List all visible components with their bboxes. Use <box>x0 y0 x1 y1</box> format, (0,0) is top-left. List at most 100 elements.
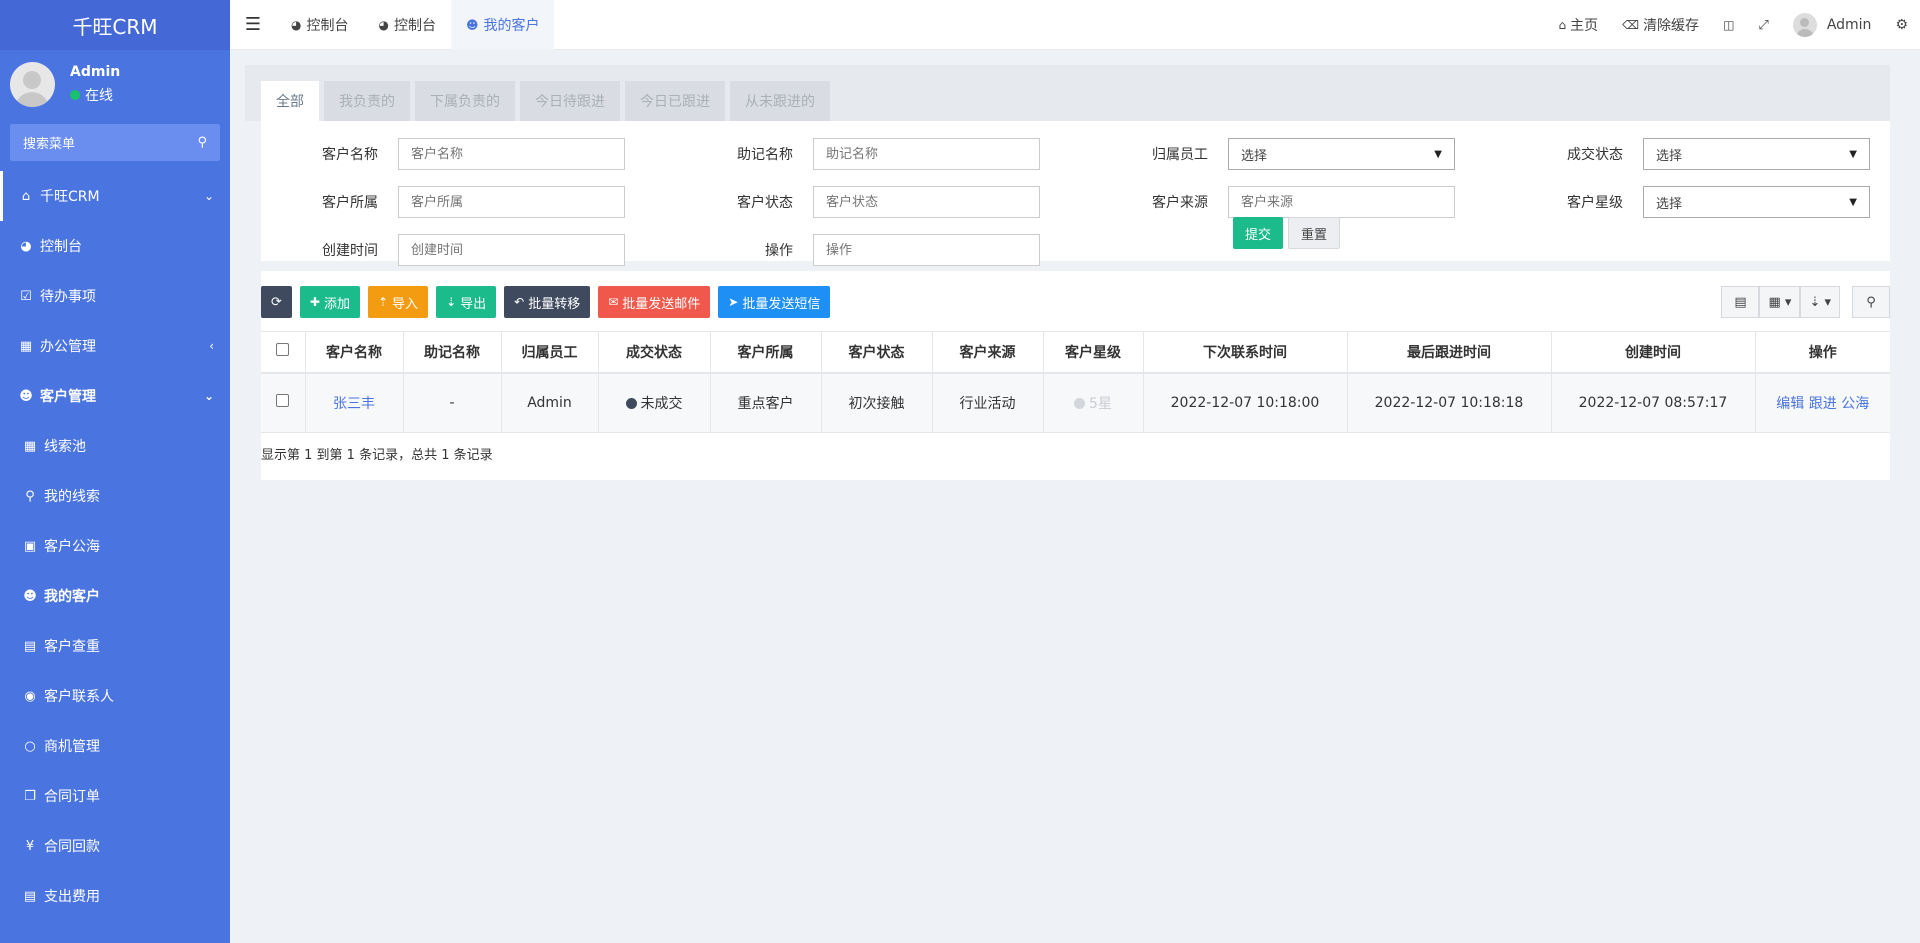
tab-never-followed[interactable]: 从未跟进的 <box>730 81 830 121</box>
sidebar-item-dashboard[interactable]: ◕ 控制台 <box>0 221 230 271</box>
user-menu[interactable]: Admin <box>1781 13 1884 37</box>
batch-transfer-button[interactable]: ↶ 批量转移 <box>504 286 591 318</box>
table-toolbar: ⟳ ✚ 添加 ⇡ 导入 ⇣ 导出 ↶ 批量转移 ✉ 批量发送邮件 ➤ 批量发送短… <box>261 286 838 318</box>
clear-cache-button[interactable]: ⌫ 清除缓存 <box>1610 15 1711 35</box>
users-icon: ☻ <box>23 588 37 604</box>
sidebar-item-my-leads[interactable]: ⚲ 我的线索 <box>0 471 230 521</box>
edit-link[interactable]: 编辑 <box>1776 396 1804 412</box>
sidebar-item-expenses[interactable]: ▤ 支出费用 <box>0 871 230 921</box>
col-deal-status[interactable]: 成交状态 <box>598 331 711 374</box>
tab-mine[interactable]: 我负责的 <box>324 81 410 121</box>
tab-dashboard-2[interactable]: ◕ 控制台 <box>363 0 450 50</box>
submit-button[interactable]: 提交 <box>1233 217 1284 249</box>
belong-label: 客户所属 <box>322 195 378 211</box>
sidebar-item-label: 客户联系人 <box>44 689 114 705</box>
star-dot-icon <box>1074 397 1086 409</box>
col-created[interactable]: 创建时间 <box>1551 331 1756 374</box>
tab-today-pending[interactable]: 今日待跟进 <box>520 81 620 121</box>
sidebar-item-office[interactable]: ▦ 办公管理 ‹ <box>0 321 230 371</box>
tab-subordinates[interactable]: 下属负责的 <box>415 81 515 121</box>
owner-select-value: 选择 <box>1241 148 1268 164</box>
filter-panel: 客户名称 助记名称 归属员工 选择 ▼ 成交状态 选择 ▼ 客户所属 <box>261 121 1890 266</box>
customer-status-input[interactable] <box>813 186 1040 218</box>
created-input[interactable] <box>398 234 625 266</box>
batch-sms-button[interactable]: ➤ 批量发送短信 <box>718 286 831 318</box>
brand-logo[interactable]: 千旺CRM <box>0 0 230 50</box>
owner-select[interactable]: 选择 ▼ <box>1228 138 1455 170</box>
import-button[interactable]: ⇡ 导入 <box>367 286 429 318</box>
col-mnemonic[interactable]: 助记名称 <box>403 331 502 374</box>
customer-status-label: 客户状态 <box>737 195 793 211</box>
sidebar-item-my-customers[interactable]: ☻ 我的客户 <box>0 571 230 621</box>
copy-icon: ❐ <box>24 788 36 804</box>
sidebar-item-label: 千旺CRM <box>40 189 100 205</box>
tab-dashboard[interactable]: ◕ 控制台 <box>276 0 363 50</box>
fullscreen-icon[interactable]: ⤢ <box>1746 18 1780 33</box>
col-source[interactable]: 客户来源 <box>932 331 1044 374</box>
tab-label: 控制台 <box>393 17 436 34</box>
stars-select[interactable]: 选择 ▼ <box>1643 186 1870 218</box>
sidebar-item-label: 我的客户 <box>44 589 100 605</box>
topbar: ☰ ◕ 控制台 ◕ 控制台 ☻ 我的客户 ⌂ 主页 ⌫ 清除缓存 ◫ ⤢ Adm… <box>230 0 1920 50</box>
customer-name-link[interactable]: 张三丰 <box>333 396 375 412</box>
sidebar-item-payments[interactable]: ¥ 合同回款 <box>0 821 230 871</box>
mnemonic-cell: - <box>403 372 502 433</box>
main-content: 全部 我负责的 下属负责的 今日待跟进 今日已跟进 从未跟进的 客户名称 助记名… <box>245 65 1890 480</box>
sidebar-item-todo[interactable]: ☑ 待办事项 <box>0 271 230 321</box>
customer-name-input[interactable] <box>398 138 625 170</box>
sidebar-item-contacts[interactable]: ◉ 客户联系人 <box>0 671 230 721</box>
col-belong[interactable]: 客户所属 <box>710 331 822 374</box>
pool-link[interactable]: 公海 <box>1841 396 1869 412</box>
source-input[interactable] <box>1228 186 1455 218</box>
sidebar-item-public-pool[interactable]: ▣ 客户公海 <box>0 521 230 571</box>
deal-status-cell: 未成交 <box>598 372 711 433</box>
toggle-view-button[interactable]: ▤ <box>1721 286 1760 318</box>
select-all-checkbox[interactable] <box>276 343 290 357</box>
col-next-contact[interactable]: 下次联系时间 <box>1143 331 1348 374</box>
col-stars[interactable]: 客户星级 <box>1043 331 1144 374</box>
source-cell: 行业活动 <box>932 372 1044 433</box>
sidebar-item-opportunities[interactable]: ○ 商机管理 <box>0 721 230 771</box>
deal-status-select[interactable]: 选择 ▼ <box>1643 138 1870 170</box>
sidebar-item-label: 合同订单 <box>44 789 100 805</box>
export-menu-button[interactable]: ⇣ ▾ <box>1800 286 1840 318</box>
stars-cell: 5星 <box>1043 372 1144 433</box>
tab-all[interactable]: 全部 <box>261 81 319 121</box>
tab-today-followed[interactable]: 今日已跟进 <box>625 81 725 121</box>
language-icon[interactable]: ◫ <box>1711 18 1746 32</box>
col-customer-name[interactable]: 客户名称 <box>305 331 404 374</box>
menu-search-input[interactable]: 搜索菜单 ⚲ <box>10 124 220 161</box>
user-panel: Admin 在线 <box>0 50 230 118</box>
users-icon: ☻ <box>465 17 479 32</box>
sidebar-item-customer-management[interactable]: ☻ 客户管理 ⌄ <box>0 371 230 421</box>
sidebar-item-contracts[interactable]: ❐ 合同订单 <box>0 771 230 821</box>
sidebar-item-lead-pool[interactable]: ▦ 线索池 <box>0 421 230 471</box>
columns-button[interactable]: ▦ ▾ <box>1759 286 1801 318</box>
home-link[interactable]: ⌂ 主页 <box>1546 15 1610 35</box>
settings-icon[interactable]: ⚙ <box>1883 17 1920 33</box>
follow-link[interactable]: 跟进 <box>1809 396 1837 412</box>
belong-cell: 重点客户 <box>710 372 822 433</box>
dashboard-icon: ◕ <box>378 17 389 32</box>
row-checkbox[interactable] <box>276 394 290 408</box>
reset-button[interactable]: 重置 <box>1288 217 1341 249</box>
batch-mail-button[interactable]: ✉ 批量发送邮件 <box>598 286 711 318</box>
batch-transfer-label: 批量转移 <box>528 296 581 312</box>
col-last-follow[interactable]: 最后跟进时间 <box>1347 331 1552 374</box>
operation-input[interactable] <box>813 234 1040 266</box>
customer-name-label: 客户名称 <box>322 147 378 163</box>
tab-my-customers[interactable]: ☻ 我的客户 <box>450 0 555 50</box>
chevron-down-icon: ⌄ <box>203 189 214 203</box>
add-button[interactable]: ✚ 添加 <box>299 286 360 318</box>
mnemonic-input[interactable] <box>813 138 1040 170</box>
refresh-button[interactable]: ⟳ <box>261 286 292 318</box>
col-owner[interactable]: 归属员工 <box>501 331 599 374</box>
sidebar-item-crm[interactable]: ⌂ 千旺CRM ⌄ <box>0 171 230 221</box>
table-search-button[interactable]: ⚲ <box>1852 286 1890 318</box>
user-menu-label: Admin <box>1826 17 1872 33</box>
belong-input[interactable] <box>398 186 625 218</box>
export-button[interactable]: ⇣ 导出 <box>436 286 497 318</box>
col-customer-status[interactable]: 客户状态 <box>821 331 933 374</box>
sidebar-item-duplicate-check[interactable]: ▤ 客户查重 <box>0 621 230 671</box>
menu-toggle-icon[interactable]: ☰ <box>230 0 276 50</box>
